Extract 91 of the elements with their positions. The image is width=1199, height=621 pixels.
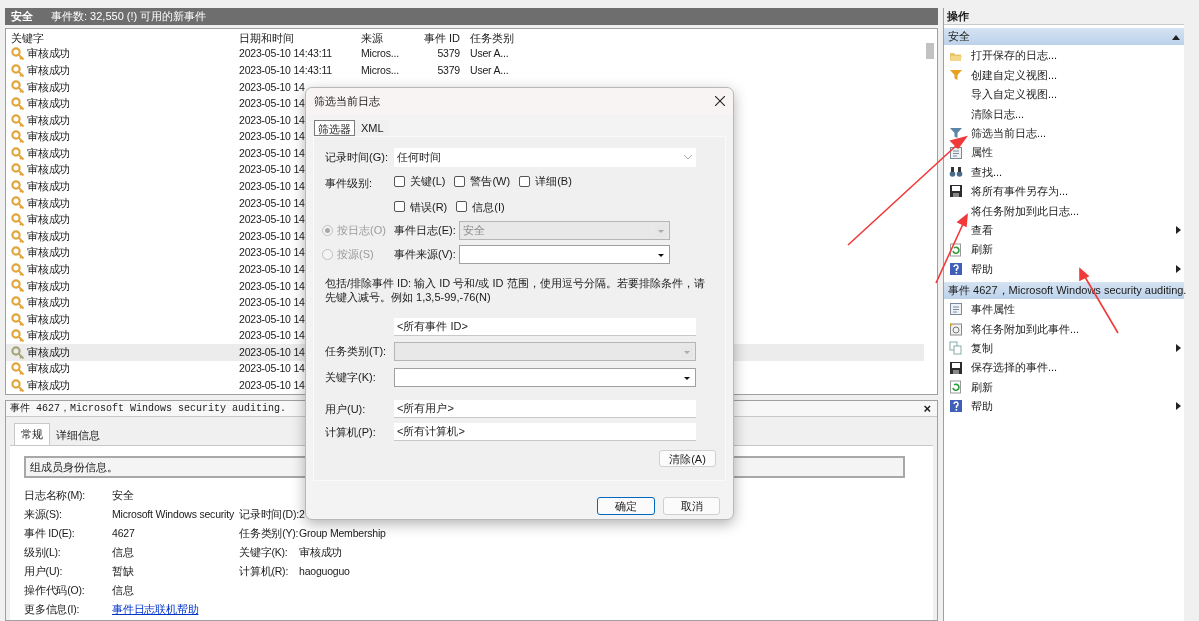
event-count: 事件数: 32,550 (!) 可用的新事件 [51,9,207,25]
table-cell: 2023-05-10 14 [239,362,305,375]
field-label: 用户(U): [325,402,366,415]
table-cell: 2023-05-10 14 [239,296,305,309]
field-value: haoguoguo [299,564,350,577]
field-label: 记录时间(G): [325,151,388,164]
table-cell: 2023-05-10 14 [239,329,305,342]
table-cell: 2023-05-10 14 [239,262,305,275]
field-value: 2 [299,507,305,520]
table-cell-text: 审核成功 [27,245,71,261]
table-cell: 2023-05-10 14 [239,80,305,93]
table-cell-text: 审核成功 [27,112,71,128]
table-cell: User A... [470,64,509,76]
field-label: 计算机(P): [325,425,376,438]
checkbox-label: 警告(W) [470,174,511,189]
field-value: Group Membership [299,526,386,539]
field-value: 4627 [112,526,135,539]
table-cell-text: 审核成功 [27,195,71,211]
table-cell: 2023-05-10 14 [239,180,305,193]
table-cell: 2023-05-10 14 [239,146,305,159]
field-label: 操作代码(O): [24,583,85,596]
table-cell: 审核成功 [27,328,71,344]
table-cell: 审核成功 [27,212,71,228]
field-label: 关键字(K): [325,371,376,384]
table-cell: 2023-05-10 14:43:11 [239,47,332,60]
table-cell-text: 审核成功 [27,79,71,95]
checkbox-label: 关键(L) [410,174,446,189]
field-value: 信息 [112,583,134,596]
table-cell-text: 审核成功 [27,377,71,393]
field-label: 用户(U): [24,564,63,577]
table-cell: 2023-05-10 14 [239,113,305,126]
radio-label: 按源(S) [337,247,374,263]
table-cell: 2023-05-10 14 [239,97,305,110]
table-cell-text: 审核成功 [27,145,71,161]
table-cell: 2023-05-10 14 [239,196,305,209]
log-title: 安全 [11,9,33,25]
field-value: Microsoft Windows security [112,507,234,520]
field-label: 事件级别: [325,177,373,189]
table-cell: 2023-05-10 14 [239,378,305,391]
checkbox-label: 错误(R) [410,199,448,215]
table-cell-text: 审核成功 [27,63,71,78]
table-cell: 2023-05-10 14 [239,163,305,176]
table-cell: 2023-05-10 14 [239,312,305,325]
field-label: 任务类别(T): [325,345,387,358]
table-cell: 审核成功 [27,179,71,195]
table-cell-text: 审核成功 [27,311,71,327]
table-cell: 5379 [437,47,460,60]
table-cell-text: 审核成功 [27,278,71,294]
hint-text: 包括/排除事件 ID: 输入 ID 号和/或 ID 范围，使用逗号分隔。若要排除条件，请先键入减号。例如 1,3,5-99,-76(N) [325,276,706,304]
table-cell-text: 审核成功 [27,162,71,178]
table-cell: Micros... [361,64,399,76]
table-cell: 2023-05-10 14 [239,213,305,226]
table-cell: 审核成功 [27,295,71,311]
table-cell: 2023-05-10 14 [239,279,305,292]
table-cell: User A... [470,47,509,60]
field-label: 任务类别(Y): [239,526,299,539]
field-label: 计算机(R): [239,564,289,577]
checkbox-label: 信息(I) [472,199,505,215]
field-label: 记录时间(D): [239,507,299,520]
table-cell-text: 审核成功 [27,228,71,244]
section-title: 安全 [948,29,970,45]
pane-title: 事件 4627，Microsoft Windows security auditing. [10,402,287,416]
field-label: 更多信息(I): [24,602,80,615]
table-cell: 2023-05-10 14:43:11 [239,64,332,76]
table-cell-text: 审核成功 [27,261,71,277]
field-value: 暂缺 [112,564,134,577]
table-cell-text: 审核成功 [27,46,71,62]
table-cell: Micros... [361,47,399,60]
table-cell: 2023-05-10 14 [239,229,305,242]
dialog-title: 筛选当前日志 [314,93,380,109]
field-label: 事件日志(E): [394,224,456,237]
field-value: 安全 [112,488,134,501]
field-label: 日志名称(M): [24,488,86,501]
field-label: 级别(L): [24,545,61,558]
radio-label: 按日志(O) [337,223,386,239]
table-cell: 审核成功 [27,96,71,112]
field-label: 事件 ID(E): [24,526,75,539]
table-cell: 2023-05-10 14 [239,345,305,358]
field-label: 关键字(K): [239,545,288,558]
table-cell-text: 审核成功 [27,129,71,145]
field-value: 信息 [112,545,134,558]
field-label: 事件来源(V): [394,248,456,261]
table-cell: 2023-05-10 14 [239,246,305,259]
table-cell-text: 审核成功 [27,361,71,377]
checkbox-label: 详细(B) [535,174,572,189]
table-cell: 5379 [437,64,460,76]
field-label: 来源(S): [24,507,62,520]
table-cell-text: 审核成功 [27,344,71,360]
field-value: 审核成功 [299,545,343,558]
table-cell: 2023-05-10 14 [239,130,305,143]
pane-title: 操作 [947,8,969,24]
